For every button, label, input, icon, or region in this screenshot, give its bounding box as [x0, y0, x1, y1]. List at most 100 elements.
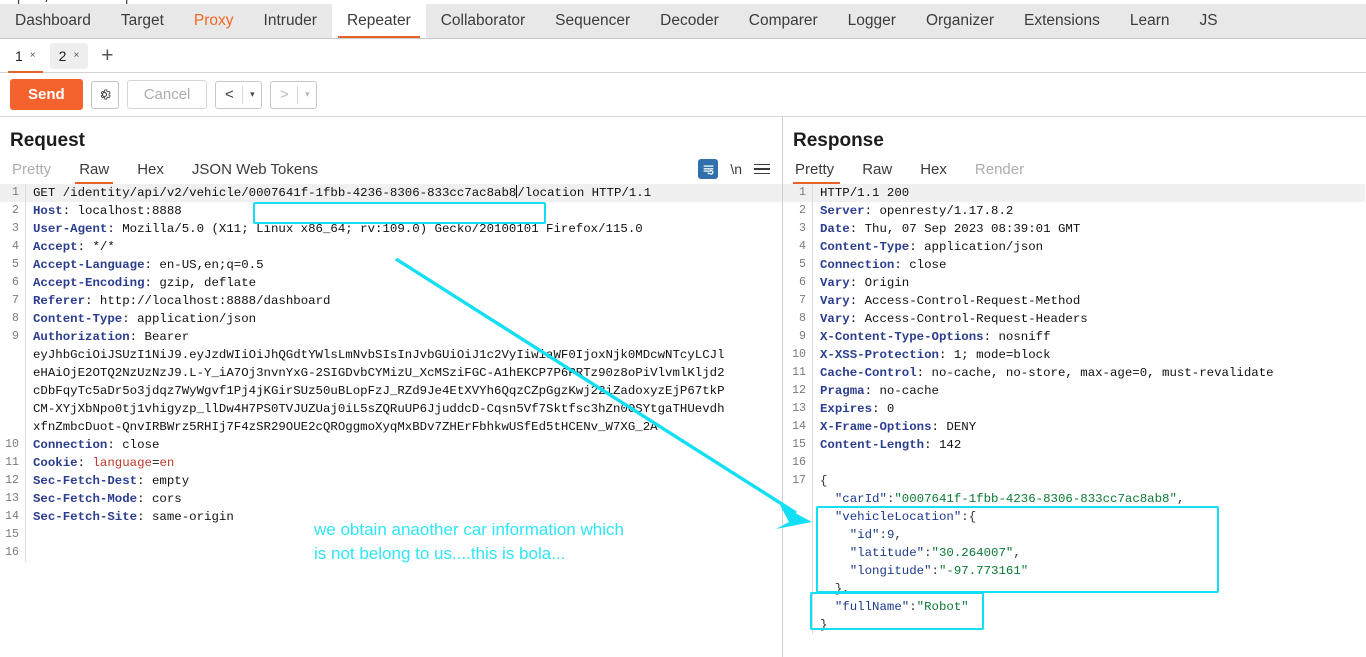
- forward-split-button[interactable]: > ▾: [270, 80, 318, 109]
- code-text: xfnZmbcDuot-QnvIRBWrz5RHIj7F4zSR29OUE2cQ…: [26, 418, 658, 436]
- gear-icon[interactable]: [90, 80, 119, 109]
- response-editor[interactable]: 1 HTTP/1.1 200 2 Server: openresty/1.17.8.2…: [783, 184, 1365, 647]
- nav-tab-proxy[interactable]: Proxy: [179, 4, 249, 38]
- code-line[interactable]: 6 Accept-Encoding: gzip, deflate: [0, 274, 782, 292]
- close-icon[interactable]: ×: [73, 50, 79, 61]
- nav-tab-learn[interactable]: Learn: [1115, 4, 1185, 38]
- code-line[interactable]: 7 Vary: Access-Control-Request-Method: [783, 292, 1365, 310]
- add-tab-button[interactable]: +: [93, 45, 121, 66]
- code-line[interactable]: 8 Vary: Access-Control-Request-Headers: [783, 310, 1365, 328]
- code-line[interactable]: "id":9,: [783, 526, 1365, 544]
- code-line[interactable]: 4 Content-Type: application/json: [783, 238, 1365, 256]
- send-button[interactable]: Send: [10, 79, 83, 110]
- code-line[interactable]: CM-XYjXbNpo0tj1vhigyzp_llDw4H7PS0TVJUZUa…: [0, 400, 782, 418]
- code-line[interactable]: 13 Expires: 0: [783, 400, 1365, 418]
- code-line[interactable]: 9 Authorization: Bearer: [0, 328, 782, 346]
- code-line[interactable]: 11 Cookie: language=en: [0, 454, 782, 472]
- nav-tab-js[interactable]: JS: [1184, 4, 1232, 38]
- code-line[interactable]: eHAiOjE2OTQ2NzUzNzJ9.L-Y_iA7Oj3nvnYxG-2S…: [0, 364, 782, 382]
- repeater-tab-bar[interactable]: 1 × 2 × +: [0, 39, 1366, 73]
- code-text: Content-Type: application/json: [813, 238, 1043, 256]
- code-line[interactable]: 7 Referer: http://localhost:8888/dashboar…: [0, 292, 782, 310]
- burp-suite-window: | / | DashboardTargetProxyIntruderRepeat…: [0, 0, 1366, 657]
- code-line[interactable]: 5 Connection: close: [783, 256, 1365, 274]
- code-line[interactable]: 12 Pragma: no-cache: [783, 382, 1365, 400]
- nav-tab-collaborator[interactable]: Collaborator: [426, 4, 540, 38]
- request-view-tab-hex[interactable]: Hex: [123, 161, 178, 184]
- main-navigation[interactable]: Dashboard Target Proxy Intruder Repeater Coll…: [0, 4, 1366, 39]
- code-line[interactable]: 1 GET /identity/api/v2/vehicle/0007641f-1…: [0, 184, 782, 202]
- code-segment: "fullName": [834, 600, 910, 614]
- nav-tab-extensions[interactable]: Extensions: [1009, 4, 1115, 38]
- response-view-tabs[interactable]: Pretty Raw Hex Render: [783, 152, 1365, 184]
- response-view-tab-raw[interactable]: Raw: [848, 161, 906, 184]
- nav-tab-decoder[interactable]: Decoder: [645, 4, 734, 38]
- back-arrow-icon[interactable]: <: [216, 82, 242, 108]
- forward-arrow-icon[interactable]: >: [271, 82, 297, 108]
- code-line[interactable]: 10 X-XSS-Protection: 1; mode=block: [783, 346, 1365, 364]
- code-line[interactable]: 11 Cache-Control: no-cache, no-store, max…: [783, 364, 1365, 382]
- code-line[interactable]: 14 X-Frame-Options: DENY: [783, 418, 1365, 436]
- code-line[interactable]: "carId":"0007641f-1fbb-4236-8306-833cc7a…: [783, 490, 1365, 508]
- code-line[interactable]: 12 Sec-Fetch-Dest: empty: [0, 472, 782, 490]
- code-line[interactable]: 5 Accept-Language: en-US,en;q=0.5: [0, 256, 782, 274]
- repeater-tab-1[interactable]: 1 ×: [6, 42, 45, 73]
- code-line[interactable]: }: [783, 616, 1365, 634]
- code-line[interactable]: 1 HTTP/1.1 200: [783, 184, 1365, 202]
- code-line[interactable]: 15 Content-Length: 142: [783, 436, 1365, 454]
- nav-tab-organizer[interactable]: Organizer: [911, 4, 1009, 38]
- code-line[interactable]: 2 Server: openresty/1.17.8.2: [783, 202, 1365, 220]
- line-number: 5: [0, 256, 26, 274]
- nav-tab-intruder[interactable]: Intruder: [249, 4, 332, 38]
- word-wrap-icon[interactable]: [698, 159, 719, 179]
- request-view-tab-pretty[interactable]: Pretty: [10, 161, 65, 184]
- code-line[interactable]: 2 Host: localhost:8888: [0, 202, 782, 220]
- code-line[interactable]: 3 Date: Thu, 07 Sep 2023 08:39:01 GMT: [783, 220, 1365, 238]
- nav-tab-dashboard[interactable]: Dashboard: [0, 4, 106, 38]
- response-view-tab-pretty[interactable]: Pretty: [793, 161, 848, 184]
- code-line[interactable]: xfnZmbcDuot-QnvIRBWrz5RHIj7F4zSR29OUE2cQ…: [0, 418, 782, 436]
- repeater-tab-2[interactable]: 2 ×: [49, 42, 89, 69]
- close-icon[interactable]: ×: [30, 50, 36, 61]
- cancel-button[interactable]: Cancel: [126, 80, 208, 109]
- code-line[interactable]: 9 X-Content-Type-Options: nosniff: [783, 328, 1365, 346]
- code-text: "fullName":"Robot": [813, 598, 969, 616]
- forward-dropdown-caret-icon[interactable]: ▾: [298, 82, 316, 108]
- nav-tab-sequencer[interactable]: Sequencer: [540, 4, 645, 38]
- code-text: Host: localhost:8888: [26, 202, 182, 220]
- code-segment: "-97.773161": [938, 564, 1029, 578]
- response-view-tab-render[interactable]: Render: [961, 161, 1038, 184]
- code-line[interactable]: 3 User-Agent: Mozilla/5.0 (X11; Linux x86…: [0, 220, 782, 238]
- code-line[interactable]: eyJhbGciOiJSUzI1NiJ9.eyJzdWIiOiJhQGdtYWl…: [0, 346, 782, 364]
- code-line[interactable]: 8 Content-Type: application/json: [0, 310, 782, 328]
- code-line[interactable]: },: [783, 580, 1365, 598]
- code-line[interactable]: 10 Connection: close: [0, 436, 782, 454]
- code-line[interactable]: 16: [783, 454, 1365, 472]
- nav-tab-target[interactable]: Target: [106, 4, 179, 38]
- code-line[interactable]: "longitude":"-97.773161": [783, 562, 1365, 580]
- response-view-tab-hex[interactable]: Hex: [906, 161, 961, 184]
- back-split-button[interactable]: < ▾: [215, 80, 263, 109]
- code-line[interactable]: 13 Sec-Fetch-Mode: cors: [0, 490, 782, 508]
- back-dropdown-caret-icon[interactable]: ▾: [243, 82, 261, 108]
- code-line[interactable]: 17 {: [783, 472, 1365, 490]
- code-line[interactable]: "fullName":"Robot": [783, 598, 1365, 616]
- request-editor[interactable]: 1 GET /identity/api/v2/vehicle/0007641f-1…: [0, 184, 782, 647]
- request-view-tab-raw[interactable]: Raw: [65, 161, 123, 184]
- hamburger-menu-icon[interactable]: [754, 163, 770, 175]
- nav-tab-comparer[interactable]: Comparer: [734, 4, 833, 38]
- code-segment: Server: [820, 204, 865, 218]
- code-line[interactable]: "vehicleLocation":{: [783, 508, 1365, 526]
- code-line[interactable]: 6 Vary: Origin: [783, 274, 1365, 292]
- nav-tab-repeater[interactable]: Repeater: [331, 4, 426, 38]
- newline-toggle[interactable]: \n: [730, 161, 742, 177]
- code-segment: : Mozilla/5.0 (X11; Linux x86_64; rv:109…: [107, 222, 643, 236]
- code-segment: : cors: [137, 492, 182, 506]
- code-line[interactable]: "latitude":"30.264007",: [783, 544, 1365, 562]
- request-view-tab-json-web-tokens[interactable]: JSON Web Tokens: [178, 161, 332, 184]
- request-view-tabs[interactable]: Pretty Raw Hex JSON Web Tokens \n: [0, 152, 782, 184]
- code-line[interactable]: cDbFqyTc5aDr5o3jdqz7WyWgvf1Pj4jKGirSUz50…: [0, 382, 782, 400]
- nav-tab-logger[interactable]: Logger: [833, 4, 911, 38]
- code-segment: : gzip, deflate: [144, 276, 257, 290]
- code-line[interactable]: 4 Accept: */*: [0, 238, 782, 256]
